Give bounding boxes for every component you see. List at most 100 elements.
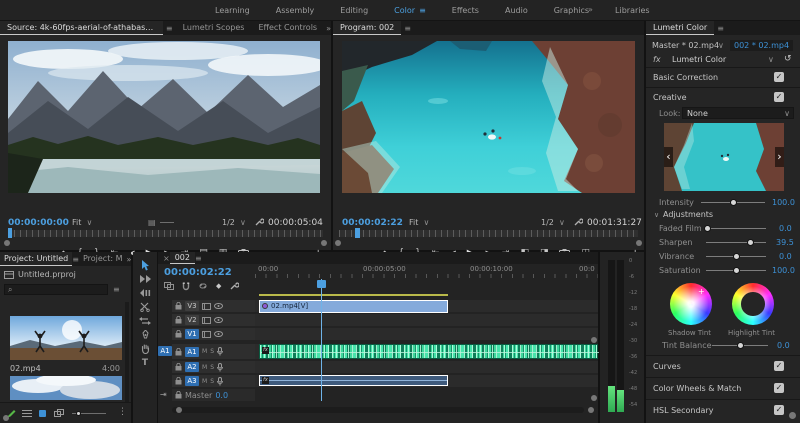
lumetri-effect-name[interactable]: Lumetri Color bbox=[672, 55, 726, 64]
hsl-secondary-checkbox[interactable]: ✓ bbox=[774, 405, 784, 415]
workspace-tab-learning[interactable]: Learning bbox=[215, 6, 250, 15]
source-playhead[interactable] bbox=[8, 228, 12, 238]
program-scroll-left-handle[interactable] bbox=[335, 240, 341, 246]
toggle-track-output-eye-icon[interactable] bbox=[214, 303, 223, 309]
look-preview[interactable]: ‹ › bbox=[664, 123, 784, 191]
source-resolution-dropdown[interactable]: 1/2 ∨ bbox=[222, 218, 246, 227]
toggle-track-output-eye-icon[interactable] bbox=[214, 331, 223, 337]
work-area-bar[interactable] bbox=[259, 294, 448, 296]
program-resolution-dropdown[interactable]: 1/2 ∨ bbox=[541, 218, 565, 227]
section-creative[interactable]: Creative bbox=[653, 93, 687, 102]
track-a1-badge[interactable]: A1 bbox=[185, 346, 199, 357]
intensity-value[interactable]: 100.0 bbox=[772, 198, 795, 207]
hscroll-left-handle[interactable] bbox=[176, 407, 182, 413]
track-v1-badge[interactable]: V1 bbox=[185, 329, 199, 339]
project-clip-thumbnail[interactable] bbox=[10, 316, 122, 360]
source-patch-a1[interactable]: A1 bbox=[158, 346, 172, 356]
tab-lumetri-scopes[interactable]: Lumetri Scopes bbox=[176, 21, 252, 35]
workspace-tab-audio[interactable]: Audio bbox=[505, 6, 528, 15]
vibrance-knob[interactable] bbox=[733, 253, 740, 260]
voiceover-mic-icon[interactable] bbox=[217, 376, 223, 386]
thumbnail-zoom-knob[interactable] bbox=[76, 411, 81, 416]
shadow-tint-wheel[interactable]: + bbox=[670, 283, 712, 325]
thumbnail-zoom-slider[interactable] bbox=[72, 411, 106, 416]
vscroll-bottom-handle[interactable] bbox=[591, 395, 597, 401]
program-scroll-right-handle[interactable] bbox=[636, 240, 642, 246]
faded-film-knob[interactable] bbox=[704, 225, 711, 232]
solo-button[interactable]: S bbox=[210, 378, 214, 385]
project-tab-overflow-icon[interactable]: » bbox=[126, 255, 131, 264]
project-tools-menu-icon[interactable]: ⋮ bbox=[118, 407, 127, 417]
timeline-settings-wrench-icon[interactable] bbox=[229, 281, 240, 291]
solo-button[interactable]: S bbox=[210, 364, 214, 371]
intensity-slider[interactable] bbox=[701, 199, 765, 206]
tab-lumetri-color[interactable]: Lumetri Color bbox=[646, 21, 715, 35]
source-tab-overflow-icon[interactable]: » bbox=[326, 24, 331, 33]
lock-icon[interactable] bbox=[175, 377, 182, 385]
curves-checkbox[interactable]: ✓ bbox=[774, 361, 784, 371]
section-hsl-secondary[interactable]: HSL Secondary bbox=[653, 406, 713, 415]
chevron-down-icon[interactable]: ∨ bbox=[768, 55, 774, 64]
lumetri-master-label[interactable]: Master * 02.mp4 bbox=[652, 41, 719, 50]
source-panel-menu-icon[interactable]: ≡ bbox=[166, 24, 173, 33]
tab-program[interactable]: Program: 002 bbox=[333, 21, 402, 35]
workspace-tab-assembly[interactable]: Assembly bbox=[276, 6, 315, 15]
freeform-view-icon[interactable] bbox=[54, 409, 65, 418]
lumetri-panel-menu-icon[interactable]: ≡ bbox=[717, 24, 724, 33]
creative-checkbox[interactable]: ✓ bbox=[774, 92, 784, 102]
timeline-audio-clip-a3[interactable]: fx bbox=[259, 375, 448, 386]
sharpen-knob[interactable] bbox=[747, 239, 754, 246]
lock-icon[interactable] bbox=[175, 302, 182, 310]
track-height-preset-icon[interactable]: ⇥ bbox=[160, 390, 167, 399]
ripple-edit-tool[interactable] bbox=[133, 286, 157, 300]
master-track-value[interactable]: 0.0 bbox=[215, 391, 228, 400]
source-scroll-right-handle[interactable] bbox=[321, 240, 327, 246]
track-v3-badge[interactable]: V3 bbox=[185, 301, 199, 311]
program-video-preview[interactable] bbox=[342, 41, 635, 193]
project-list-scrollbar[interactable] bbox=[125, 302, 129, 402]
look-dropdown[interactable]: None ∨ bbox=[682, 107, 794, 119]
track-a2-badge[interactable]: A2 bbox=[185, 362, 199, 372]
snap-magnet-icon[interactable] bbox=[182, 282, 190, 291]
workspace-tab-effects[interactable]: Effects bbox=[452, 6, 479, 15]
chevron-down-icon[interactable]: ∨ bbox=[718, 41, 724, 50]
intensity-knob[interactable] bbox=[730, 199, 737, 206]
timeline-playhead-handle[interactable] bbox=[317, 280, 326, 288]
sync-source-icon[interactable] bbox=[202, 302, 211, 310]
project-file-row[interactable]: Untitled.prproj bbox=[4, 270, 76, 279]
source-scroll-left-handle[interactable] bbox=[4, 240, 10, 246]
saturation-slider[interactable] bbox=[706, 267, 766, 274]
timeline-panel-menu-icon[interactable]: ≡ bbox=[195, 254, 202, 263]
selection-tool[interactable] bbox=[133, 258, 157, 272]
workspace-tab-color[interactable]: Color bbox=[394, 6, 415, 15]
lock-icon[interactable] bbox=[175, 347, 182, 356]
color-wheels-match-checkbox[interactable]: ✓ bbox=[774, 383, 784, 393]
hand-tool[interactable] bbox=[133, 342, 157, 356]
mute-button[interactable]: M bbox=[202, 364, 207, 371]
program-settings-wrench-icon[interactable] bbox=[573, 217, 583, 227]
nest-toggle-icon[interactable] bbox=[164, 282, 174, 290]
source-current-timecode[interactable]: 00:00:00:00 bbox=[8, 218, 69, 228]
saturation-value[interactable]: 100.0 bbox=[772, 266, 795, 275]
pen-tool[interactable] bbox=[133, 328, 157, 342]
basic-correction-checkbox[interactable]: ✓ bbox=[774, 72, 784, 82]
vibrance-value[interactable]: 0.0 bbox=[779, 252, 792, 261]
lock-icon[interactable] bbox=[175, 363, 182, 371]
tab-project-untitled[interactable]: Project: Untitled bbox=[0, 252, 73, 266]
timeline-timecode[interactable]: 00:00:02:22 bbox=[164, 267, 232, 278]
program-current-timecode[interactable]: 00:00:02:22 bbox=[342, 218, 403, 228]
tint-balance-value[interactable]: 0.0 bbox=[777, 341, 790, 350]
timeline-playhead-line[interactable] bbox=[321, 279, 322, 401]
lumetri-clip-selector[interactable]: 002 * 02.mp4 bbox=[730, 40, 794, 51]
lumetri-scrollbar-handle[interactable] bbox=[789, 412, 796, 419]
track-a3-badge[interactable]: A3 bbox=[185, 376, 199, 386]
mute-button[interactable]: M bbox=[202, 378, 207, 385]
sync-source-icon[interactable] bbox=[202, 330, 211, 338]
track-select-tool[interactable] bbox=[133, 272, 157, 286]
type-tool[interactable]: T bbox=[133, 356, 157, 370]
add-marker-icon[interactable]: ◆ bbox=[216, 282, 221, 290]
voiceover-mic-icon[interactable] bbox=[217, 347, 223, 356]
sharpen-slider[interactable] bbox=[706, 239, 766, 246]
tab-project-m[interactable]: Project: M bbox=[79, 252, 127, 266]
adjustments-caret-icon[interactable]: ∨ bbox=[654, 211, 659, 219]
